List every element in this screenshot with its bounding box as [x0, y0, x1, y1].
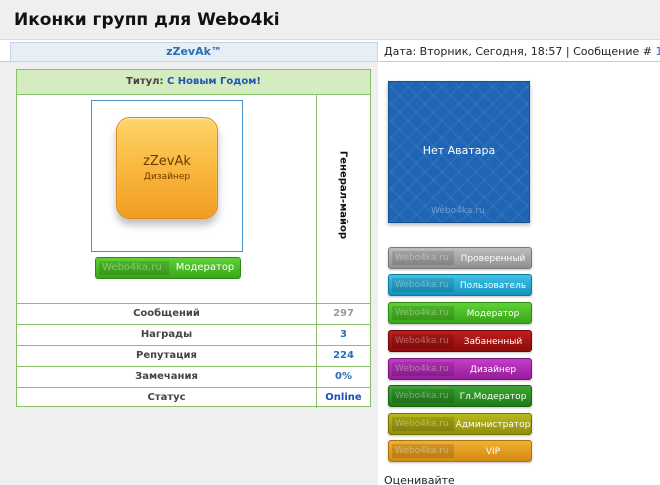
stat-row: Репутация 224	[17, 346, 370, 367]
page-header: Иконки групп для Webo4ki	[0, 0, 660, 40]
group-icon-vip: Webo4ka.ru VIP	[388, 440, 532, 462]
watermark-text: Webo4ka.ru	[392, 444, 454, 458]
username-link[interactable]: zZevAk™	[166, 45, 222, 58]
stat-value[interactable]: 3	[317, 325, 370, 345]
stat-row: Сообщений 297	[17, 304, 370, 325]
group-icon-chief-moderator: Webo4ka.ru Гл.Модератор	[388, 385, 532, 407]
profile-title-row: Титул: С Новым Годом!	[17, 70, 370, 95]
rate-label: Оценивайте	[384, 474, 455, 485]
stat-label: Репутация	[17, 346, 317, 366]
no-avatar-image: Нет Аватара Webo4ka.ru	[388, 81, 530, 223]
group-icon-verified: Webo4ka.ru Проверенный	[388, 247, 532, 269]
group-icon-label: Администратор	[455, 420, 531, 430]
stat-label: Статус	[17, 388, 317, 408]
rank-area: Генерал-майор	[317, 95, 370, 304]
group-icon-designer: Webo4ka.ru Дизайнер	[388, 358, 532, 380]
group-icon-label: Забаненный	[463, 337, 523, 347]
stat-label: Сообщений	[17, 304, 317, 324]
user-avatar[interactable]: zZevAk Дизайнер	[91, 100, 243, 252]
watermark-text: Webo4ka.ru	[392, 278, 454, 292]
stats-table: Сообщений 297 Награды 3 Репутация 224 За…	[17, 304, 370, 409]
watermark-text: Webo4ka.ru	[431, 206, 485, 216]
title-value: С Новым Годом!	[166, 76, 261, 87]
stat-value[interactable]: 0%	[317, 367, 370, 387]
profile-card: Титул: С Новым Годом! zZevAk Дизайнер We…	[16, 69, 371, 409]
avatar-area: zZevAk Дизайнер Webo4ka.ru Модератор	[17, 95, 317, 304]
no-avatar-text: Нет Аватара	[422, 144, 496, 157]
watermark-text: Webo4ka.ru	[392, 306, 454, 320]
group-icon-banned: Webo4ka.ru Забаненный	[388, 330, 532, 352]
stat-row: Статус Online	[17, 388, 370, 409]
stat-value[interactable]: 224	[317, 346, 370, 366]
watermark-text: Webo4ka.ru	[392, 362, 454, 376]
rank-label: Генерал-майор	[337, 150, 349, 240]
post-header-row: zZevAk™ Дата: Вторник, Сегодня, 18:57 | …	[0, 42, 660, 62]
group-icon-label: Пользователь	[459, 281, 527, 291]
page-title: Иконки групп для Webo4ki	[14, 10, 280, 30]
username-cell: zZevAk™	[10, 42, 378, 62]
gold-designer-badge: zZevAk Дизайнер	[116, 117, 218, 219]
avatar-name: zZevAk	[143, 154, 191, 169]
avatar-role: Дизайнер	[143, 172, 191, 182]
stat-value: 297	[333, 308, 354, 319]
stat-value: Online	[325, 392, 362, 403]
watermark-text: Webo4ka.ru	[392, 334, 454, 348]
stat-row: Награды 3	[17, 325, 370, 346]
group-icon-label: Дизайнер	[469, 365, 517, 375]
stat-row: Замечания 0%	[17, 367, 370, 388]
group-icon-administrator: Webo4ka.ru Администратор	[388, 413, 532, 435]
group-icon-label: Модератор	[466, 309, 520, 319]
group-icon-label: Модератор	[175, 262, 235, 273]
post-number-link[interactable]: 1	[655, 45, 660, 58]
watermark-text: Webo4ka.ru	[392, 417, 454, 431]
watermark-text: Webo4ka.ru	[392, 389, 454, 403]
watermark-text: Webo4ka.ru	[392, 251, 454, 265]
group-icon-moderator: Webo4ka.ru Модератор	[95, 257, 241, 279]
post-date-text: Дата: Вторник, Сегодня, 18:57 | Сообщени…	[384, 45, 656, 58]
group-icon-label: VIP	[485, 447, 501, 457]
stat-label: Награды	[17, 325, 317, 345]
post-date-info: Дата: Вторник, Сегодня, 18:57 | Сообщени…	[384, 42, 660, 62]
group-icon-moderator: Webo4ka.ru Модератор	[388, 302, 532, 324]
title-label: Титул:	[126, 76, 167, 87]
group-icon-label: Гл.Модератор	[459, 392, 527, 402]
group-icon-label: Проверенный	[460, 254, 526, 264]
group-icon-user: Webo4ka.ru Пользователь	[388, 274, 532, 296]
stat-label: Замечания	[17, 367, 317, 387]
watermark-text: Webo4ka.ru	[99, 261, 169, 275]
